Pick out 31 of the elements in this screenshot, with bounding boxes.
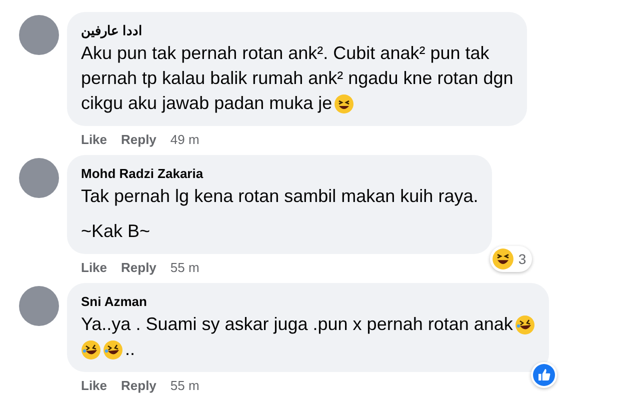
like-link[interactable]: Like [81, 131, 108, 149]
comment-time[interactable]: 49 m [170, 131, 200, 149]
comment-text: Aku pun tak pernah rotan ank². Cubit anak² pun tak [81, 42, 490, 65]
comment-time[interactable]: 55 m [170, 259, 200, 277]
laughing-emoji-icon [492, 248, 514, 270]
comment-text: cikgu aku jawab padan muka je [81, 92, 332, 115]
author-name[interactable]: Sni Azman [81, 292, 535, 312]
author-name[interactable]: اددا عارفين [81, 21, 514, 41]
reply-link[interactable]: Reply [121, 259, 156, 277]
like-link[interactable]: Like [81, 377, 108, 395]
comment-text: Ya..ya . Suami sy askar juga .pun x pernah rotan anak [81, 313, 513, 336]
avatar[interactable] [19, 286, 59, 326]
comment-text: pernah tp kalau balik rumah ank² ngadu kne rotan dgn [81, 67, 514, 90]
comment-text: Tak pernah lg kena rotan sambil makan kuih raya. [81, 185, 478, 208]
like-link[interactable]: Like [81, 259, 108, 277]
rolling-laugh-emoji-icon [514, 314, 535, 334]
reaction-count-badge[interactable]: 3 [490, 246, 532, 272]
reply-link[interactable]: Reply [121, 131, 156, 149]
comment-text: ~Kak B~ [81, 220, 150, 243]
comment-time[interactable]: 55 m [170, 377, 200, 395]
comment-text: .. [125, 338, 136, 361]
rolling-laugh-emoji-icon [81, 340, 101, 360]
avatar[interactable] [19, 158, 59, 198]
reply-link[interactable]: Reply [121, 377, 156, 395]
avatar[interactable] [19, 15, 59, 55]
thumbs-up-icon [532, 364, 555, 386]
laughing-emoji-icon [334, 94, 354, 114]
rolling-laugh-emoji-icon [103, 340, 123, 360]
reaction-count: 3 [518, 250, 526, 268]
like-reaction-badge[interactable] [530, 362, 557, 388]
author-name[interactable]: Mohd Radzi Zakaria [81, 164, 478, 184]
